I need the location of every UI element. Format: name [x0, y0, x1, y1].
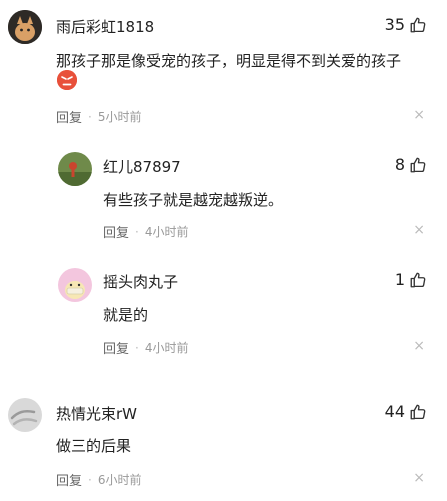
comment-meta: 回复 · 4小时前 [103, 222, 189, 242]
like-count: 8 [394, 155, 405, 174]
timestamp: 4小时前 [144, 225, 189, 239]
thumbs-up-icon [410, 404, 426, 419]
like-button[interactable]: 8 [395, 155, 427, 174]
comment-text: 有些孩子就是越宠越叛逆。 [103, 191, 284, 209]
reply-button[interactable]: 回复 [56, 107, 82, 126]
comment-meta: 回复 · 6小时前 [56, 470, 142, 490]
separator-dot: · [135, 224, 139, 239]
like-count: 44 [384, 402, 405, 421]
reply-button[interactable]: 回复 [103, 338, 129, 357]
comment-text: 做三的后果 [56, 437, 132, 455]
username[interactable]: 摇头肉丸子 [103, 271, 178, 292]
thumbs-up-icon [410, 17, 426, 32]
separator-dot: · [135, 340, 139, 355]
avatar[interactable] [58, 268, 92, 302]
close-icon[interactable]: × [413, 470, 425, 486]
like-button[interactable]: 1 [395, 270, 427, 289]
like-count: 35 [384, 15, 405, 34]
like-count: 1 [394, 270, 405, 289]
thumbs-up-icon [410, 272, 426, 287]
timestamp: 4小时前 [144, 341, 189, 355]
angry-emoji-icon [57, 70, 77, 90]
reply-button[interactable]: 回复 [56, 470, 82, 489]
comment-meta: 回复 · 4小时前 [103, 338, 189, 358]
avatar[interactable] [8, 10, 42, 44]
comment-text: 那孩子那是像受宠的孩子，明显是得不到关爱的孩子 [56, 52, 402, 70]
username[interactable]: 雨后彩虹1818 [56, 16, 154, 37]
like-button[interactable]: 35 [385, 15, 427, 34]
close-icon[interactable]: × [413, 222, 425, 238]
close-icon[interactable]: × [413, 107, 425, 123]
like-button[interactable]: 44 [385, 402, 427, 421]
separator-dot: · [88, 109, 92, 124]
avatar[interactable] [58, 152, 92, 186]
comment-meta: 回复 · 5小时前 [56, 107, 142, 127]
timestamp: 5小时前 [97, 110, 142, 124]
close-icon[interactable]: × [413, 338, 425, 354]
separator-dot: · [88, 472, 92, 487]
thumbs-up-icon [410, 157, 426, 172]
reply-button[interactable]: 回复 [103, 222, 129, 241]
comment-text: 就是的 [103, 306, 149, 324]
username[interactable]: 热情光束rW [56, 403, 137, 424]
timestamp: 6小时前 [97, 473, 142, 487]
username[interactable]: 红儿87897 [103, 156, 181, 177]
avatar[interactable] [8, 398, 42, 432]
